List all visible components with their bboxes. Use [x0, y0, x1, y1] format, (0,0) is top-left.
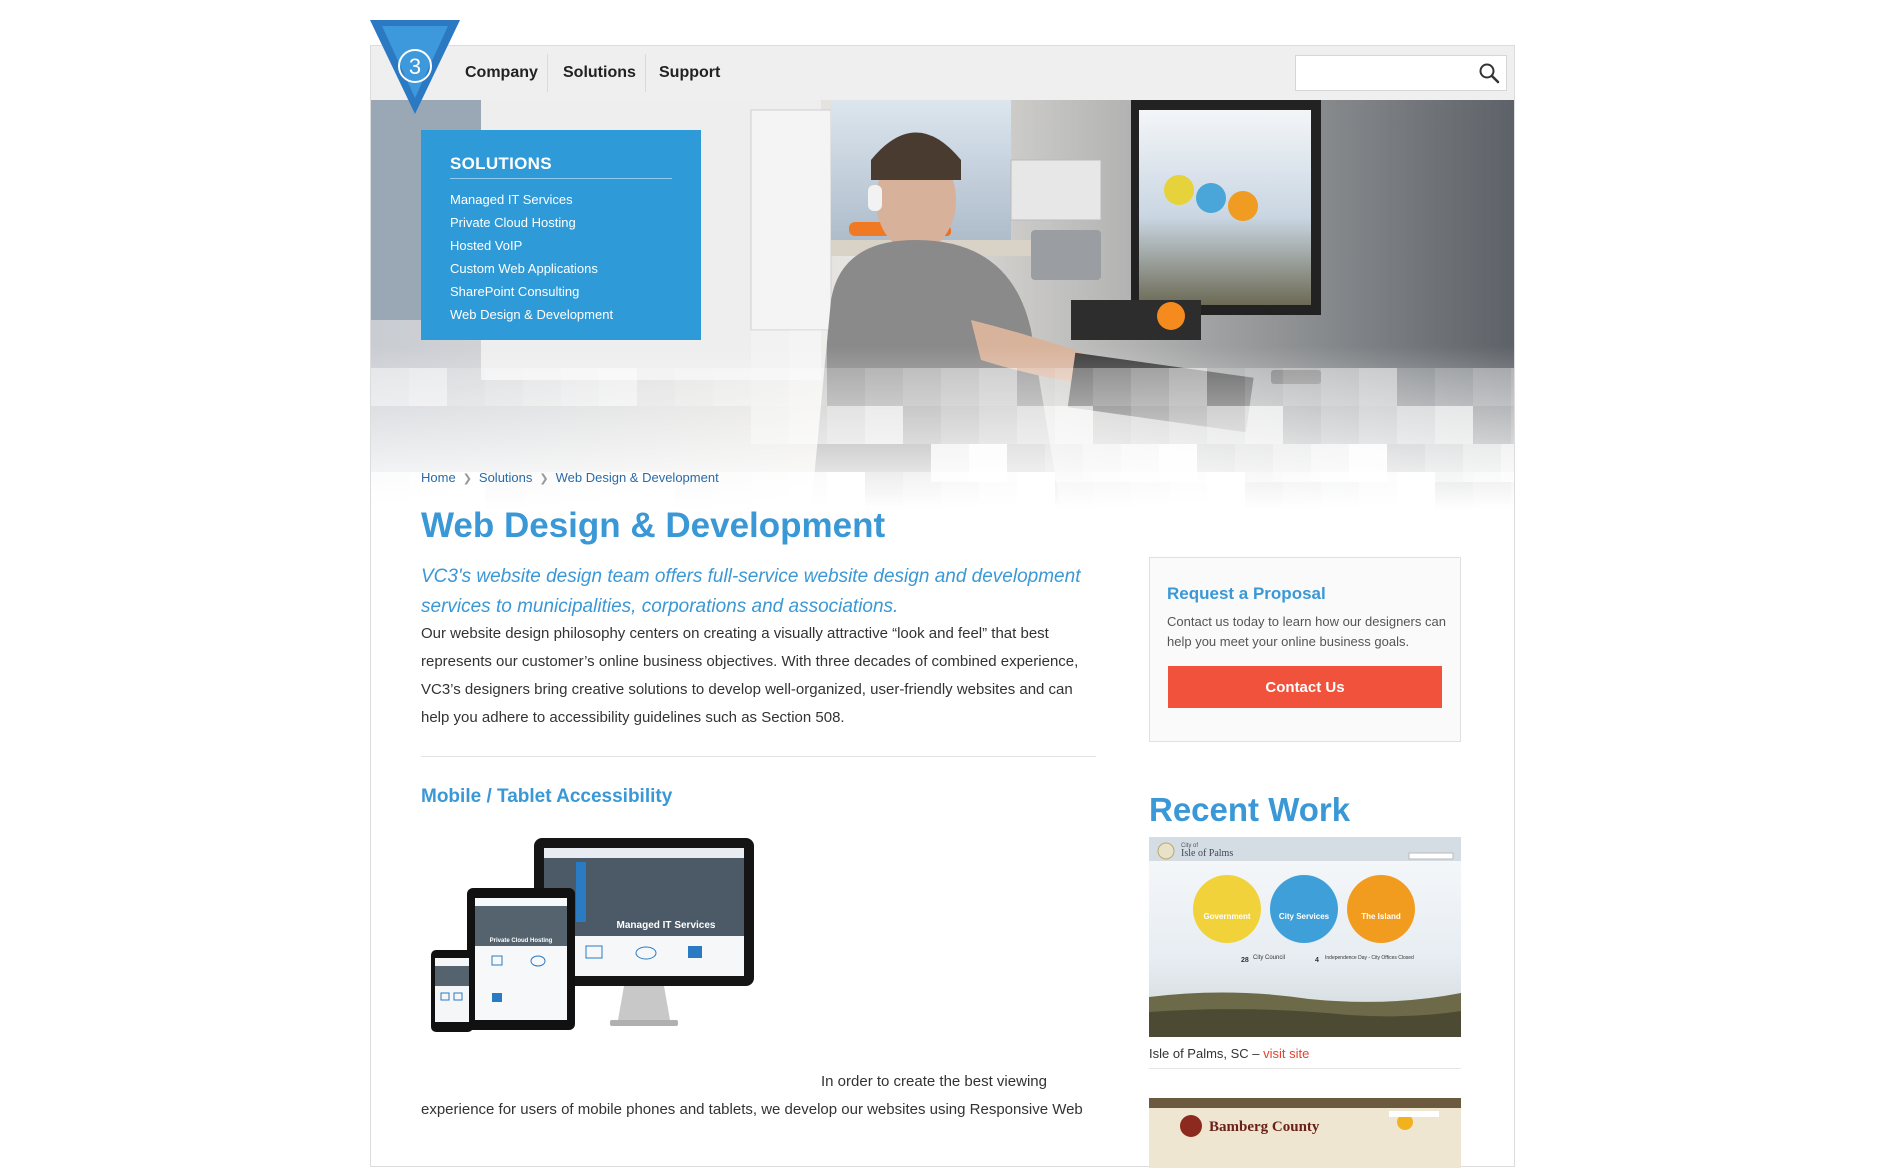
solutions-item-managed-it[interactable]: Managed IT Services: [450, 188, 613, 211]
page-body-text: Our website design philosophy centers on…: [421, 625, 1079, 726]
breadcrumb-current[interactable]: Web Design & Development: [556, 470, 719, 485]
solutions-item-hosted-voip[interactable]: Hosted VoIP: [450, 234, 613, 257]
thumb-event-day-1: 28: [1241, 957, 1249, 964]
solutions-item-web-design[interactable]: Web Design & Development: [450, 303, 613, 326]
responsive-devices-image: Managed IT Services Private Cloud Hostin…: [431, 838, 754, 1032]
solutions-item-private-cloud[interactable]: Private Cloud Hosting: [450, 211, 613, 234]
nav-separator: [547, 54, 548, 92]
section-text-line-2: experience for users of mobile phones an…: [421, 1101, 1083, 1118]
search-icon[interactable]: [1478, 62, 1500, 84]
top-nav: 3 Company Solutions Support: [370, 20, 1514, 114]
vc3-logo-icon[interactable]: 3: [370, 20, 460, 114]
tablet-banner-text: Private Cloud Hosting: [490, 938, 553, 944]
recent-work-thumbnail-2[interactable]: Bamberg County: [1149, 1098, 1461, 1168]
page-intro: VC3's website design team offers full-se…: [421, 566, 1081, 617]
proposal-text: Contact us today to learn how our design…: [1167, 614, 1446, 649]
thumb-site-name: Isle of Palms: [1181, 848, 1233, 859]
visit-site-link[interactable]: visit site: [1263, 1046, 1309, 1061]
thumb-event-title-1: City Council: [1253, 955, 1285, 961]
solutions-list: Managed IT Services Private Cloud Hostin…: [450, 188, 613, 326]
chevron-right-icon: ❯: [462, 473, 472, 485]
solutions-item-sharepoint[interactable]: SharePoint Consulting: [450, 280, 613, 303]
search-input[interactable]: [1302, 62, 1466, 84]
solutions-divider: [450, 178, 672, 179]
desktop-banner-text: Managed IT Services: [617, 920, 716, 931]
solutions-item-custom-web-apps[interactable]: Custom Web Applications: [450, 257, 613, 280]
recent-work-title: Recent Work: [1149, 791, 1351, 828]
page-container: 3 Company Solutions Support SOLUTIONS Ma…: [370, 20, 1515, 1168]
thumb-circle-the-island: The Island: [1361, 912, 1401, 921]
breadcrumb-solutions[interactable]: Solutions: [479, 470, 532, 485]
nav-separator: [645, 54, 646, 92]
nav-support[interactable]: Support: [659, 64, 720, 82]
proposal-box: Request a Proposal Contact us today to l…: [1149, 557, 1461, 742]
section-text-line-1: In order to create the best viewing: [821, 1073, 1047, 1090]
page-title: Web Design & Development: [421, 506, 886, 545]
recent-work-thumbnail[interactable]: City of Isle of Palms Government City Se…: [1149, 837, 1461, 1037]
section-heading: Mobile / Tablet Accessibility: [421, 786, 673, 807]
contact-us-button[interactable]: Contact Us: [1168, 666, 1442, 708]
thumb-event-day-2: 4: [1315, 957, 1319, 964]
solutions-panel: SOLUTIONS Managed IT Services Private Cl…: [421, 130, 701, 340]
svg-text:3: 3: [409, 54, 421, 79]
breadcrumb: Home ❯ Solutions ❯ Web Design & Development: [421, 470, 719, 485]
content-divider: [421, 756, 1096, 757]
recent-work-divider: [1149, 1068, 1461, 1069]
chevron-right-icon: ❯: [539, 473, 549, 485]
breadcrumb-home[interactable]: Home: [421, 470, 456, 485]
solutions-heading: SOLUTIONS: [450, 154, 552, 173]
search-box: [1295, 55, 1507, 91]
recent-work-caption: Isle of Palms, SC – visit site: [1149, 1046, 1309, 1061]
hero-banner: SOLUTIONS Managed IT Services Private Cl…: [371, 100, 1514, 510]
thumb-circle-government: Government: [1203, 912, 1250, 921]
recent-work-place: Isle of Palms, SC –: [1149, 1046, 1264, 1061]
thumb-circle-city-services: City Services: [1279, 912, 1330, 921]
nav-solutions[interactable]: Solutions: [563, 64, 636, 82]
nav-company[interactable]: Company: [465, 64, 538, 82]
thumb-event-title-2: Independence Day - City Offices Closed: [1325, 955, 1414, 961]
proposal-title: Request a Proposal: [1167, 584, 1326, 603]
